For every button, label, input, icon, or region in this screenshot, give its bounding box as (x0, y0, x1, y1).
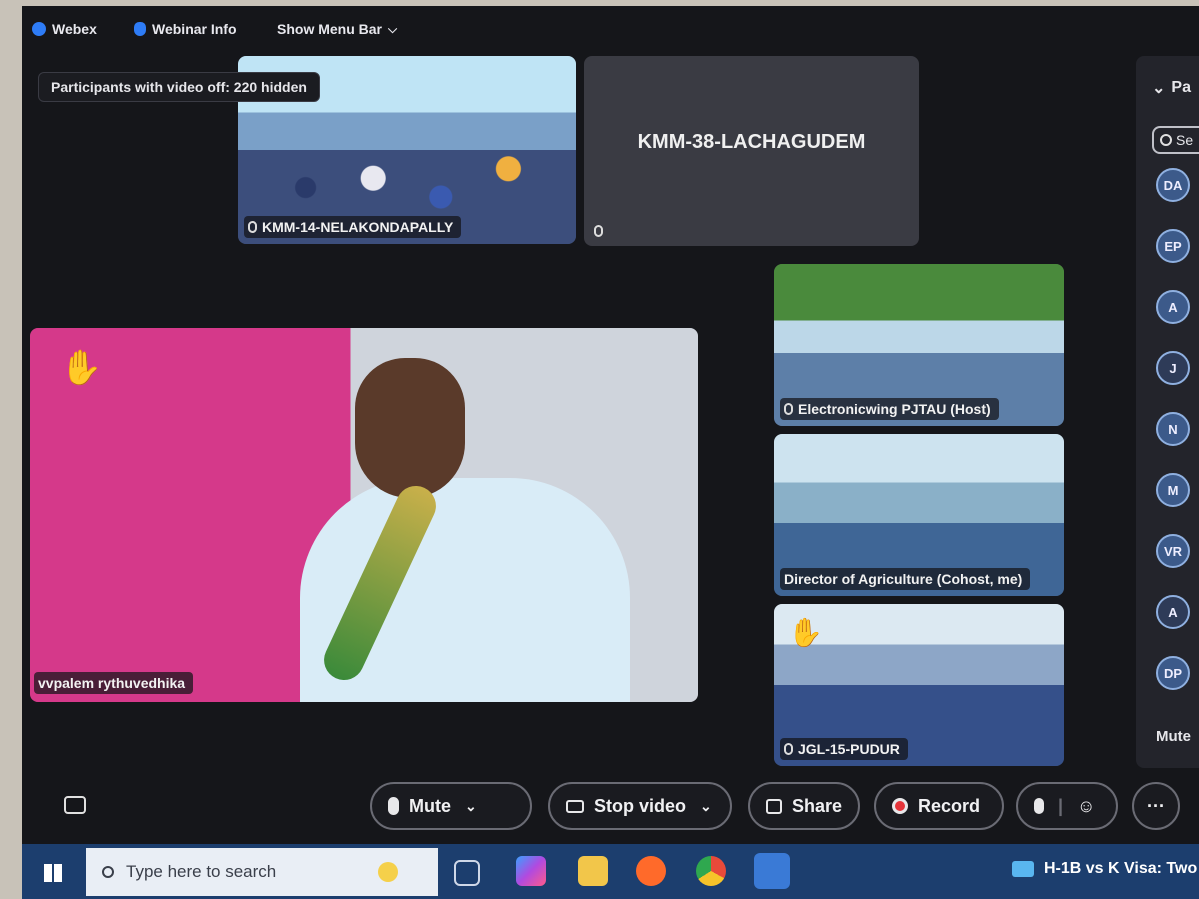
camera-icon (566, 799, 584, 813)
participant-avatar[interactable]: DP (1156, 656, 1190, 690)
participants-search-input[interactable]: Se (1152, 126, 1199, 154)
webinar-info-button[interactable]: Webinar Info (134, 18, 237, 40)
file-explorer-icon[interactable] (578, 856, 608, 886)
news-icon (1012, 861, 1034, 877)
webinar-info-label: Webinar Info (152, 21, 237, 37)
webex-logo-icon (32, 22, 46, 36)
search-icon (1160, 134, 1172, 146)
participant-avatar[interactable]: EP (1156, 229, 1190, 263)
task-view-icon[interactable] (454, 860, 480, 886)
top-bar: Webex Webinar Info Show Menu Bar ⌵ (22, 6, 1199, 50)
emoji-reaction-icon: ☺ (1077, 795, 1096, 816)
tile-name-label: JGL-15-PUDUR (780, 738, 908, 760)
mute-button[interactable]: Mute ⌄ (370, 782, 532, 830)
record-button[interactable]: Record (874, 782, 1004, 830)
participant-avatar[interactable]: A (1156, 290, 1190, 324)
participants-panel-header[interactable]: ⌄ Pa (1152, 78, 1191, 98)
participant-avatar[interactable]: DA (1156, 168, 1190, 202)
tile-name-label: vvpalem rythuvedhika (34, 672, 194, 694)
hidden-participants-tooltip: Participants with video off: 220 hidden (38, 72, 320, 102)
chevron-down-icon: ⌄ (465, 797, 477, 814)
participants-panel: ⌄ Pa Se DA EP A J N M VR A DP Mute (1136, 56, 1199, 768)
more-options-button[interactable]: ··· (1132, 782, 1180, 830)
video-tile-cohost[interactable]: Director of Agriculture (Cohost, me) (774, 434, 1064, 596)
chevron-down-icon: ⌄ (1152, 80, 1166, 97)
stop-video-button[interactable]: Stop video ⌄ (548, 782, 732, 830)
participant-avatar[interactable]: VR (1156, 534, 1190, 568)
chat-icon[interactable] (64, 796, 86, 814)
webex-taskbar-icon[interactable] (754, 853, 790, 889)
reactions-control[interactable]: | ☺ (1016, 782, 1118, 830)
video-tile-active-speaker[interactable]: ✋ vvpalem rythuvedhika (30, 328, 698, 702)
show-menu-bar-label: Show Menu Bar (277, 21, 383, 37)
video-tile-lachagudem[interactable]: KMM-38-LACHAGUDEM (584, 56, 919, 246)
speaker-head (355, 358, 465, 498)
taskbar-search-input[interactable]: Type here to search (86, 848, 438, 896)
tile-mic-status (590, 222, 611, 240)
raised-hand-icon: ✋ (60, 349, 103, 387)
participant-avatar[interactable]: A (1156, 595, 1190, 629)
participant-avatar[interactable]: J (1156, 351, 1190, 385)
chevron-down-icon: ⌵ (388, 21, 398, 36)
mic-icon (784, 743, 793, 755)
video-tile-host[interactable]: Electronicwing PJTAU (Host) (774, 264, 1064, 426)
record-icon (892, 798, 908, 814)
share-screen-icon (766, 798, 782, 814)
sun-widget-icon (378, 862, 398, 882)
tile-name-label: KMM-14-NELAKONDAPALLY (244, 216, 462, 238)
webex-label: Webex (52, 21, 97, 37)
tile-name-label: Director of Agriculture (Cohost, me) (780, 568, 1031, 590)
webex-menu[interactable]: Webex (32, 18, 97, 40)
mic-icon (784, 403, 793, 415)
chrome-icon[interactable] (696, 856, 726, 886)
shield-icon (134, 22, 146, 36)
mute-all-button[interactable]: Mute (1156, 728, 1191, 745)
windows-taskbar: Type here to search H-1B vs K Visa: Two (22, 844, 1199, 899)
mic-icon (594, 225, 603, 237)
participant-avatar[interactable]: M (1156, 473, 1190, 507)
webex-window: Webex Webinar Info Show Menu Bar ⌵ Parti… (22, 6, 1199, 899)
participant-avatar[interactable]: N (1156, 412, 1190, 446)
raised-hand-icon: ✋ (788, 617, 823, 648)
chevron-down-icon: ⌄ (700, 797, 712, 814)
windows-start-icon[interactable] (44, 864, 62, 882)
show-menu-bar-button[interactable]: Show Menu Bar ⌵ (277, 18, 397, 40)
share-button[interactable]: Share (748, 782, 860, 830)
search-icon (102, 866, 114, 878)
copilot-icon[interactable] (516, 856, 546, 886)
divider: | (1058, 795, 1064, 816)
news-widget[interactable]: H-1B vs K Visa: Two (1012, 860, 1197, 878)
video-tile-pudur[interactable]: ✋ JGL-15-PUDUR (774, 604, 1064, 766)
mic-icon (248, 221, 257, 233)
tile-name-label: Electronicwing PJTAU (Host) (780, 398, 999, 420)
firefox-icon[interactable] (636, 856, 666, 886)
hand-raise-icon (1034, 798, 1044, 814)
microphone-icon (388, 797, 399, 815)
participant-name: KMM-38-LACHAGUDEM (637, 131, 866, 153)
